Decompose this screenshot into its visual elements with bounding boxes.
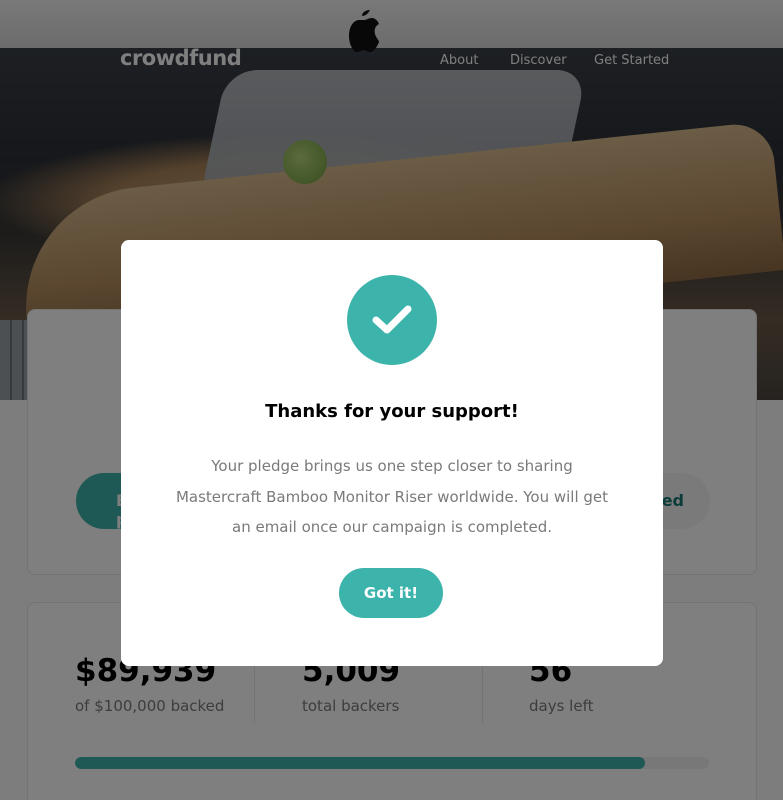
got-it-button[interactable]: Got it! (339, 568, 443, 618)
modal-title: Thanks for your support! (265, 401, 519, 422)
check-icon (347, 275, 437, 365)
modal-body-text: Your pledge brings us one step closer to… (175, 457, 609, 536)
success-modal: Thanks for your support! Your pledge bri… (121, 240, 663, 666)
